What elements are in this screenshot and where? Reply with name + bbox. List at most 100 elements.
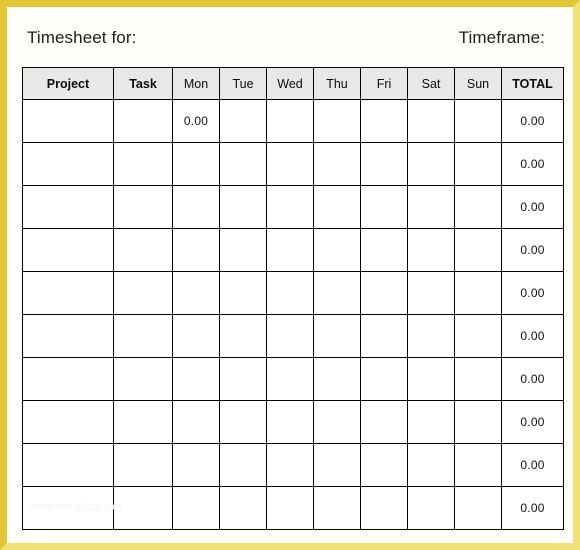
cell-mon[interactable]: [172, 271, 220, 315]
cell-tue[interactable]: [219, 142, 267, 186]
cell-sat[interactable]: [407, 400, 455, 444]
cell-sat[interactable]: [407, 228, 455, 272]
cell-total[interactable]: 0.00: [501, 99, 564, 143]
cell-wed[interactable]: [266, 271, 314, 315]
cell-mon[interactable]: [172, 357, 220, 401]
cell-task[interactable]: [113, 443, 173, 487]
cell-task[interactable]: [113, 142, 173, 186]
cell-sun[interactable]: [454, 99, 502, 143]
cell-tue[interactable]: [219, 486, 267, 530]
cell-task[interactable]: [113, 314, 173, 358]
cell-sat[interactable]: [407, 271, 455, 315]
cell-wed[interactable]: [266, 228, 314, 272]
cell-fri[interactable]: [360, 400, 408, 444]
cell-total[interactable]: 0.00: [501, 142, 564, 186]
cell-wed[interactable]: [266, 400, 314, 444]
cell-wed[interactable]: [266, 99, 314, 143]
cell-thu[interactable]: [313, 185, 361, 229]
cell-fri[interactable]: [360, 228, 408, 272]
cell-sun[interactable]: [454, 443, 502, 487]
cell-fri[interactable]: [360, 185, 408, 229]
cell-sun[interactable]: [454, 400, 502, 444]
cell-wed[interactable]: [266, 185, 314, 229]
cell-tue[interactable]: [219, 443, 267, 487]
cell-project[interactable]: [22, 228, 114, 272]
cell-fri[interactable]: [360, 443, 408, 487]
cell-fri[interactable]: [360, 357, 408, 401]
cell-mon[interactable]: [172, 185, 220, 229]
cell-total[interactable]: 0.00: [501, 443, 564, 487]
cell-sat[interactable]: [407, 314, 455, 358]
cell-total[interactable]: 0.00: [501, 271, 564, 315]
cell-sat[interactable]: [407, 443, 455, 487]
cell-fri[interactable]: [360, 486, 408, 530]
cell-fri[interactable]: [360, 142, 408, 186]
cell-total[interactable]: 0.00: [501, 314, 564, 358]
cell-sun[interactable]: [454, 314, 502, 358]
cell-total[interactable]: 0.00: [501, 357, 564, 401]
cell-mon[interactable]: 0.00: [172, 99, 220, 143]
cell-thu[interactable]: [313, 271, 361, 315]
cell-task[interactable]: [113, 486, 173, 530]
cell-project[interactable]: [22, 185, 114, 229]
cell-mon[interactable]: [172, 228, 220, 272]
cell-task[interactable]: [113, 99, 173, 143]
cell-sat[interactable]: [407, 486, 455, 530]
cell-task[interactable]: [113, 357, 173, 401]
cell-sat[interactable]: [407, 99, 455, 143]
cell-project[interactable]: [22, 314, 114, 358]
cell-project[interactable]: [22, 486, 114, 530]
cell-tue[interactable]: [219, 314, 267, 358]
cell-thu[interactable]: [313, 228, 361, 272]
cell-project[interactable]: [22, 400, 114, 444]
cell-total[interactable]: 0.00: [501, 185, 564, 229]
cell-mon[interactable]: [172, 443, 220, 487]
cell-total[interactable]: 0.00: [501, 228, 564, 272]
cell-thu[interactable]: [313, 142, 361, 186]
cell-sat[interactable]: [407, 185, 455, 229]
cell-sat[interactable]: [407, 142, 455, 186]
cell-project[interactable]: [22, 142, 114, 186]
cell-sun[interactable]: [454, 142, 502, 186]
cell-project[interactable]: [22, 99, 114, 143]
cell-fri[interactable]: [360, 314, 408, 358]
cell-task[interactable]: [113, 271, 173, 315]
cell-mon[interactable]: [172, 314, 220, 358]
cell-total[interactable]: 0.00: [501, 486, 564, 530]
cell-tue[interactable]: [219, 99, 267, 143]
cell-sun[interactable]: [454, 271, 502, 315]
cell-sun[interactable]: [454, 185, 502, 229]
cell-wed[interactable]: [266, 357, 314, 401]
cell-thu[interactable]: [313, 486, 361, 530]
cell-mon[interactable]: [172, 400, 220, 444]
cell-task[interactable]: [113, 228, 173, 272]
cell-tue[interactable]: [219, 228, 267, 272]
cell-thu[interactable]: [313, 314, 361, 358]
cell-sun[interactable]: [454, 228, 502, 272]
cell-tue[interactable]: [219, 400, 267, 444]
cell-project[interactable]: [22, 443, 114, 487]
cell-task[interactable]: [113, 400, 173, 444]
cell-thu[interactable]: [313, 400, 361, 444]
cell-total[interactable]: 0.00: [501, 400, 564, 444]
cell-sat[interactable]: [407, 357, 455, 401]
cell-project[interactable]: [22, 357, 114, 401]
cell-fri[interactable]: [360, 271, 408, 315]
cell-wed[interactable]: [266, 314, 314, 358]
cell-project[interactable]: [22, 271, 114, 315]
cell-thu[interactable]: [313, 99, 361, 143]
cell-task[interactable]: [113, 185, 173, 229]
cell-thu[interactable]: [313, 357, 361, 401]
cell-tue[interactable]: [219, 185, 267, 229]
cell-tue[interactable]: [219, 357, 267, 401]
cell-fri[interactable]: [360, 99, 408, 143]
cell-thu[interactable]: [313, 443, 361, 487]
cell-mon[interactable]: [172, 142, 220, 186]
cell-sun[interactable]: [454, 486, 502, 530]
cell-mon[interactable]: [172, 486, 220, 530]
cell-wed[interactable]: [266, 443, 314, 487]
cell-wed[interactable]: [266, 486, 314, 530]
cell-sun[interactable]: [454, 357, 502, 401]
cell-wed[interactable]: [266, 142, 314, 186]
cell-tue[interactable]: [219, 271, 267, 315]
